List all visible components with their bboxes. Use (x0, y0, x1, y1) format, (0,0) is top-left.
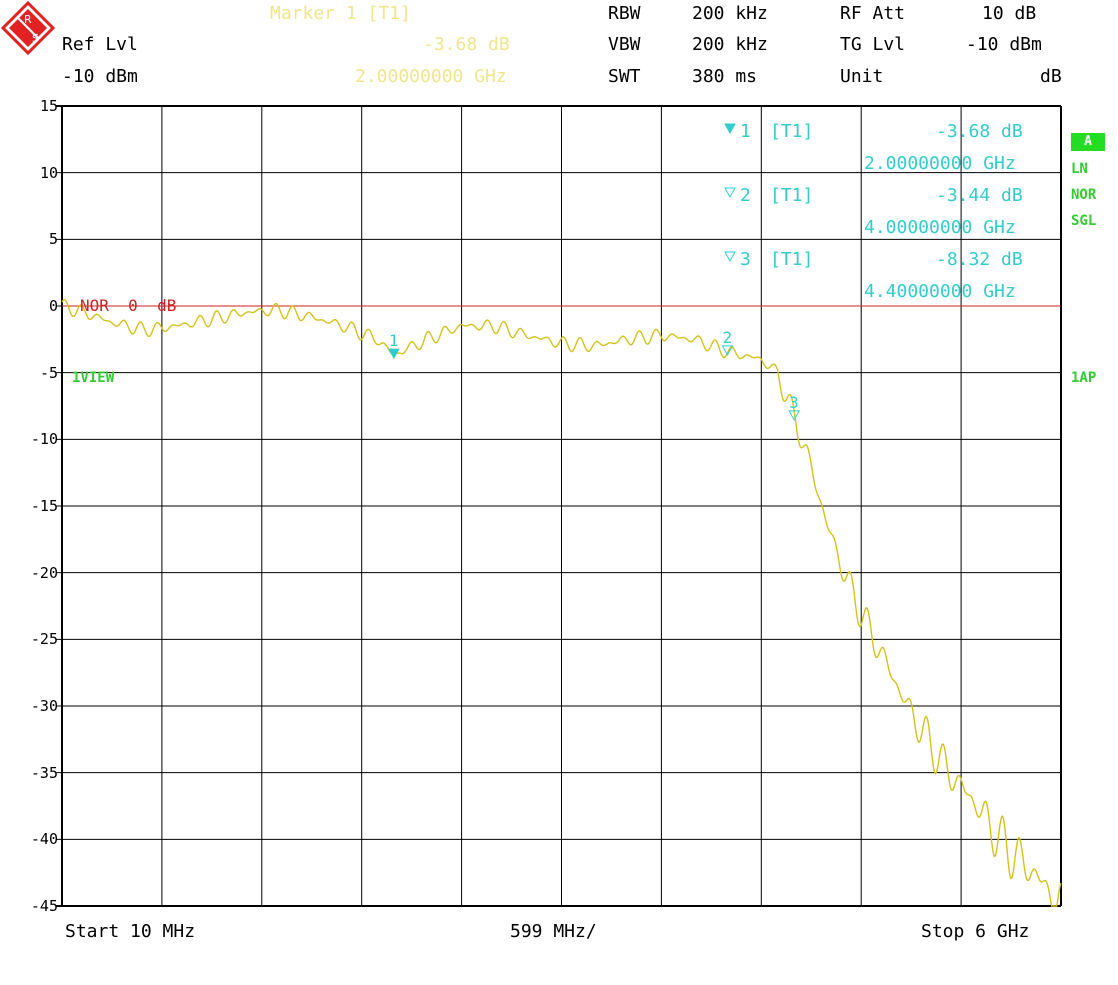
marker1-frequency: 2.00000000 GHz (864, 153, 1016, 174)
marker3-tag: [T1] (770, 249, 814, 270)
trace-a-badge: A (1071, 133, 1105, 151)
stop-frequency: Stop 6 GHz (921, 921, 1030, 942)
sgl-label: SGL (1071, 213, 1097, 229)
marker-symbols: 1 2 3 (388, 123, 801, 421)
spectrum-plot: 1 2 3 (56, 105, 1062, 907)
ap-label: 1AP (1071, 370, 1097, 386)
marker-1-legend-icon (724, 123, 736, 135)
marker1-number: 1 (740, 121, 751, 142)
marker3-frequency: 4.40000000 GHz (864, 281, 1016, 302)
view-label: 1VIEW (72, 370, 115, 386)
marker-2-legend-icon (724, 187, 736, 199)
marker-3-legend-icon (724, 251, 736, 263)
marker-3-number: 3 (789, 393, 799, 412)
marker-2-number: 2 (722, 328, 732, 347)
marker1-tag: [T1] (770, 121, 814, 142)
marker3-level: -8.32 dB (936, 249, 1023, 270)
marker3-number: 3 (740, 249, 751, 270)
marker1-level: -3.68 dB (936, 121, 1023, 142)
marker2-frequency: 4.00000000 GHz (864, 217, 1016, 238)
frequency-per-division: 599 MHz/ (510, 921, 597, 942)
marker2-tag: [T1] (770, 185, 814, 206)
reference-line-label: NOR 0 dB (80, 296, 177, 315)
start-frequency: Start 10 MHz (65, 921, 196, 942)
marker-1-number: 1 (389, 331, 399, 350)
marker2-number: 2 (740, 185, 751, 206)
nor-label: NOR (1071, 187, 1097, 203)
marker2-level: -3.44 dB (936, 185, 1023, 206)
ln-label: LN (1071, 161, 1088, 177)
